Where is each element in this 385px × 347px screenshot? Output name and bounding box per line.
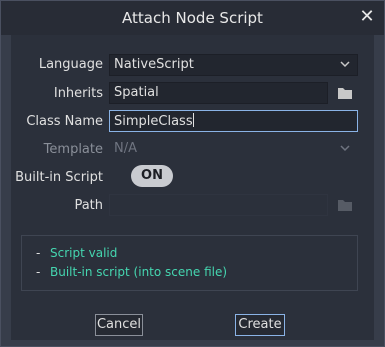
- status-bullet: -: [36, 265, 41, 279]
- attach-node-script-dialog: Attach Node Script ✕ Language NativeScri…: [0, 0, 385, 347]
- inherits-field[interactable]: Spatial: [109, 82, 328, 104]
- status-line: - Script valid: [36, 246, 117, 260]
- template-label: Template: [43, 142, 103, 157]
- template-value: N/A: [114, 141, 137, 156]
- cancel-button[interactable]: Cancel: [95, 314, 143, 336]
- status-message: Built-in script (into scene file): [50, 265, 228, 279]
- create-button[interactable]: Create: [235, 314, 285, 336]
- class-name-value: SimpleClass: [114, 114, 193, 129]
- language-value: NativeScript: [114, 57, 194, 72]
- close-icon[interactable]: ✕: [358, 7, 376, 27]
- inherits-label: Inherits: [53, 86, 103, 101]
- language-dropdown[interactable]: NativeScript: [109, 54, 358, 76]
- template-dropdown: N/A: [109, 138, 358, 160]
- dialog-body: [11, 35, 374, 340]
- path-field: [109, 194, 328, 216]
- path-label: Path: [74, 198, 103, 213]
- chevron-down-icon: [339, 58, 351, 75]
- builtin-script-toggle[interactable]: ON: [131, 165, 173, 187]
- text-caret: [192, 113, 194, 127]
- status-box: - Script valid - Built-in script (into sce…: [21, 235, 358, 291]
- folder-icon: [337, 198, 353, 212]
- status-line: - Built-in script (into scene file): [36, 265, 227, 279]
- status-message: Script valid: [50, 246, 118, 260]
- chevron-down-icon: [339, 142, 351, 159]
- folder-icon[interactable]: [337, 86, 353, 100]
- builtin-script-label: Built-in Script: [15, 170, 103, 185]
- language-label: Language: [38, 57, 103, 72]
- dialog-title: Attach Node Script: [122, 9, 263, 27]
- class-name-label: Class Name: [26, 114, 103, 129]
- titlebar: Attach Node Script ✕: [1, 1, 384, 35]
- status-bullet: -: [36, 246, 41, 260]
- class-name-input[interactable]: SimpleClass: [109, 110, 358, 132]
